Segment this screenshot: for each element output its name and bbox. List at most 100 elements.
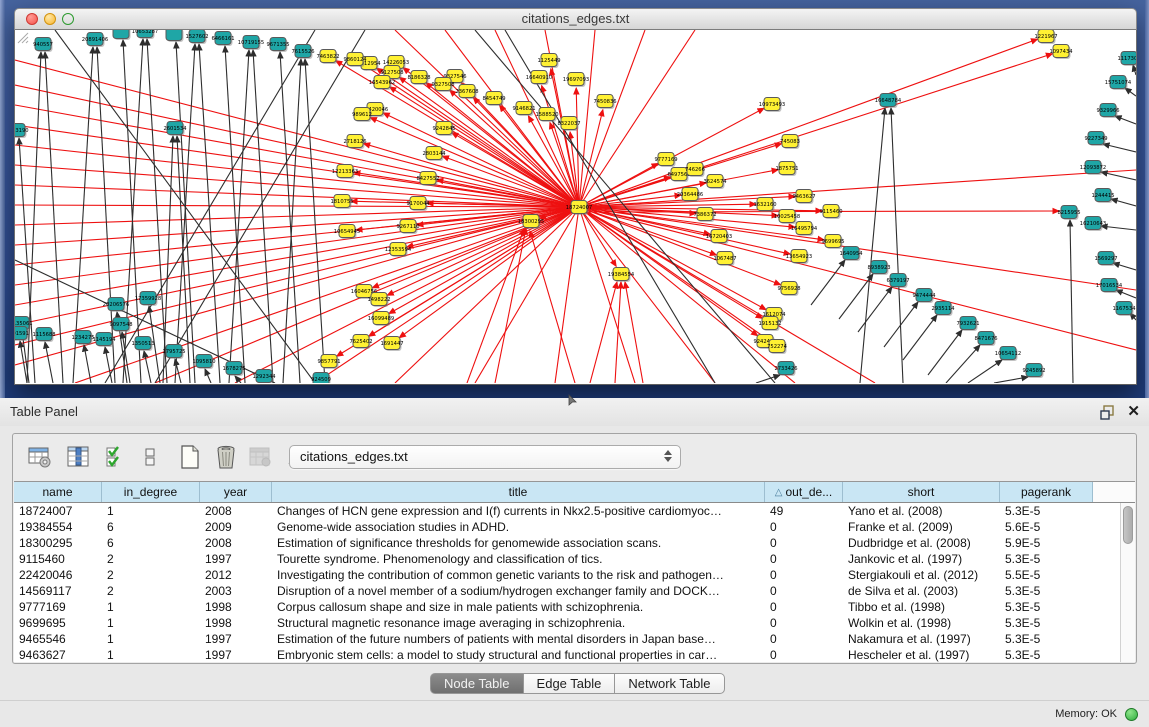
row-options-icon[interactable] xyxy=(137,444,163,470)
network-edge[interactable] xyxy=(928,330,962,375)
tab-node-table[interactable]: Node Table xyxy=(430,673,524,694)
network-node[interactable]: 2601534 xyxy=(163,122,187,137)
network-node[interactable]: 940557 xyxy=(33,38,53,53)
column-header-name[interactable]: name xyxy=(14,482,102,502)
network-edge[interactable] xyxy=(1125,88,1136,96)
column-header-pagerank[interactable]: pagerank xyxy=(1000,482,1093,502)
table-settings-icon[interactable] xyxy=(27,444,53,470)
delete-icon[interactable] xyxy=(213,444,239,470)
network-edge[interactable] xyxy=(579,30,595,207)
network-edge[interactable] xyxy=(590,282,617,383)
network-node[interactable]: 15751074 xyxy=(1105,76,1132,91)
network-node[interactable]: 1167534 xyxy=(1112,302,1136,317)
network-node[interactable]: 1527602 xyxy=(185,30,208,44)
network-node[interactable]: 2653190 xyxy=(15,124,29,139)
network-edge[interactable] xyxy=(147,39,167,383)
network-node[interactable]: 9671355 xyxy=(266,38,289,53)
network-edge[interactable] xyxy=(579,207,762,318)
network-edge[interactable] xyxy=(205,369,211,383)
network-edge[interactable] xyxy=(615,282,621,383)
network-node[interactable]: 1678275 xyxy=(222,362,245,377)
network-edge[interactable] xyxy=(280,52,300,383)
network-node[interactable]: 989612 xyxy=(352,108,372,123)
table-row[interactable]: 1830029562008Estimation of significance … xyxy=(14,535,1120,551)
network-edge[interactable] xyxy=(579,170,1136,207)
network-edge[interactable] xyxy=(1113,263,1136,270)
network-edge[interactable] xyxy=(84,345,91,383)
network-edge[interactable] xyxy=(756,375,780,383)
network-edge[interactable] xyxy=(1116,290,1136,298)
network-node[interactable]: 745083 xyxy=(780,135,800,150)
vertical-scrollbar[interactable] xyxy=(1120,503,1135,662)
network-edge[interactable] xyxy=(1115,116,1136,124)
network-node[interactable]: 9170044 xyxy=(406,197,430,212)
network-edge[interactable] xyxy=(1111,199,1136,206)
table-row[interactable]: 946554611997Estimation of the future num… xyxy=(14,631,1120,647)
network-edge[interactable] xyxy=(399,207,579,338)
network-node[interactable]: 1097434 xyxy=(1049,45,1073,60)
network-edge[interactable] xyxy=(968,360,1002,383)
table-row[interactable]: 2242004622012Investigating the contribut… xyxy=(14,567,1120,583)
network-node[interactable]: 2935114 xyxy=(931,302,955,317)
network-node[interactable]: 1125449 xyxy=(537,54,560,69)
network-node[interactable]: 752274 xyxy=(767,340,788,355)
network-node[interactable]: 20891406 xyxy=(82,33,108,48)
network-edge[interactable] xyxy=(579,207,795,383)
network-node[interactable]: 1117304 xyxy=(1117,52,1136,67)
tab-edge-table[interactable]: Edge Table xyxy=(524,673,616,694)
network-edge[interactable] xyxy=(579,54,1052,207)
window-titlebar[interactable]: citations_edges.txt xyxy=(14,8,1137,30)
column-header-short[interactable]: short xyxy=(843,482,1000,502)
network-node[interactable]: 19697093 xyxy=(563,73,589,88)
minimize-window-button[interactable] xyxy=(44,13,56,25)
network-node[interactable]: 9857791 xyxy=(317,355,340,370)
network-node[interactable]: 391591 xyxy=(15,327,29,342)
column-header-in_degree[interactable]: in_degree xyxy=(102,482,200,502)
network-node[interactable]: 7450836 xyxy=(593,95,616,110)
network-node[interactable]: 12093872 xyxy=(1080,161,1106,176)
network-node[interactable]: 924509 xyxy=(311,373,331,384)
network-edge[interactable] xyxy=(225,46,245,383)
network-node[interactable]: 16720403 xyxy=(706,230,732,245)
network-edge[interactable] xyxy=(579,110,603,207)
network-node[interactable]: 16495794 xyxy=(791,222,818,237)
table-row[interactable]: 1938455462009Genome-wide association stu… xyxy=(14,519,1120,535)
network-node[interactable]: 9474444 xyxy=(912,289,936,304)
network-node[interactable]: 8215955 xyxy=(1057,206,1080,221)
network-edge[interactable] xyxy=(1070,220,1073,383)
network-node[interactable]: 8471676 xyxy=(974,332,997,347)
network-edge[interactable] xyxy=(994,377,1028,383)
network-node[interactable]: 1569297 xyxy=(1094,252,1117,267)
network-node[interactable] xyxy=(166,30,184,42)
close-window-button[interactable] xyxy=(26,13,38,25)
network-edge[interactable] xyxy=(305,59,325,383)
network-node[interactable]: 13654923 xyxy=(786,250,812,265)
network-node[interactable]: 9699695 xyxy=(821,235,844,250)
new-table-icon[interactable] xyxy=(177,444,203,470)
network-node[interactable]: 9115460 xyxy=(819,205,842,220)
network-node[interactable]: 7932621 xyxy=(956,317,979,332)
network-node[interactable]: 7463822 xyxy=(316,50,339,65)
network-edge[interactable] xyxy=(860,108,885,383)
network-node[interactable]: 1810755 xyxy=(330,195,353,210)
network-edge[interactable] xyxy=(579,30,645,207)
table-row[interactable]: 1872400712008Changes of HCN gene express… xyxy=(14,503,1120,519)
network-node[interactable]: 6379197 xyxy=(886,274,909,289)
network-node[interactable]: 1875751 xyxy=(775,162,798,177)
network-node[interactable]: 16648784 xyxy=(875,94,902,109)
network-node[interactable]: 2367608 xyxy=(455,85,478,100)
network-node[interactable]: 1498222 xyxy=(367,293,390,308)
network-edge[interactable] xyxy=(811,260,845,305)
network-node[interactable] xyxy=(113,30,131,40)
column-show-icon[interactable] xyxy=(65,444,91,470)
network-node[interactable]: 9329966 xyxy=(1096,104,1119,119)
network-node[interactable]: 10973493 xyxy=(759,98,785,113)
table-row[interactable]: 977716911998Corpus callosum shape and si… xyxy=(14,599,1120,615)
resize-grip-icon[interactable] xyxy=(15,30,29,44)
network-node[interactable]: 1588520 xyxy=(535,108,558,123)
network-node[interactable]: 1067487 xyxy=(713,252,736,267)
network-edge[interactable] xyxy=(530,231,575,383)
network-edge[interactable] xyxy=(579,39,1038,207)
select-all-checks-icon[interactable] xyxy=(103,444,129,470)
network-node[interactable]: 1915132 xyxy=(758,317,781,332)
